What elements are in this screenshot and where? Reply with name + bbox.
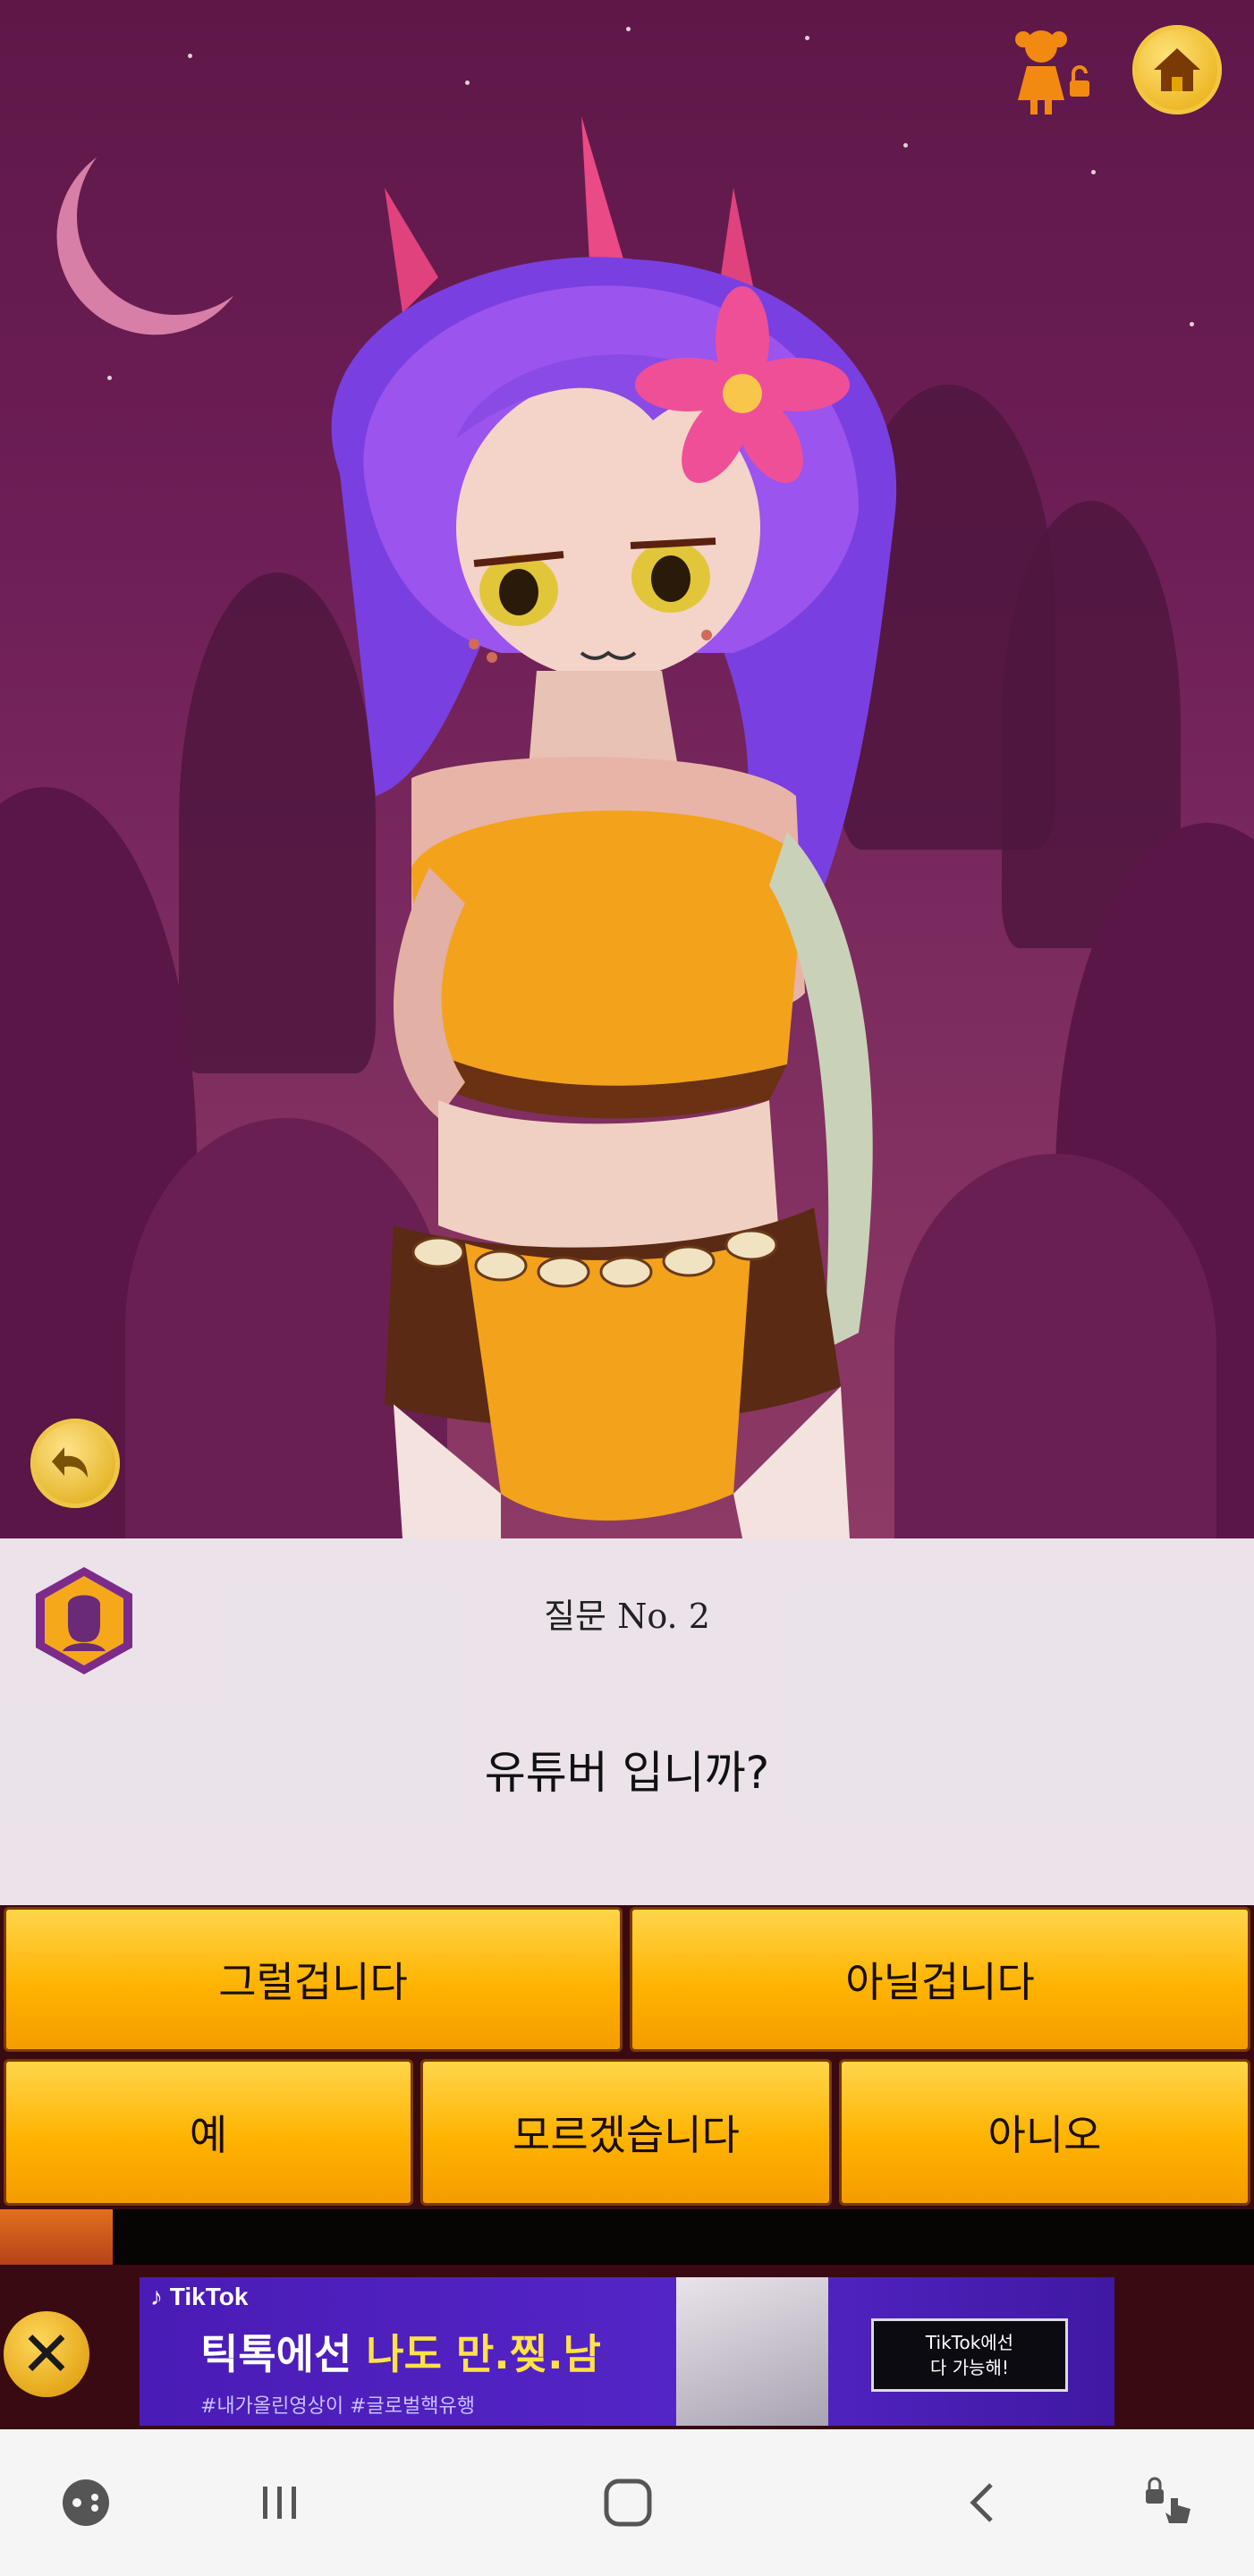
recent-apps-icon[interactable] xyxy=(243,2467,315,2538)
star xyxy=(805,36,809,40)
star xyxy=(1091,170,1096,174)
answer-dont-know-button[interactable]: 모르겠습니다 xyxy=(420,2059,832,2206)
answer-label: 그럴겁니다 xyxy=(218,1958,408,2006)
ad-brand-label: TikTok xyxy=(169,2283,249,2310)
girl-lock-icon[interactable] xyxy=(1005,21,1104,120)
star xyxy=(188,54,192,58)
ad-subline: #내가올린영상이 #글로벌핵유행 xyxy=(200,2395,475,2418)
ad-cta-box: TikTok에선 다 가능해! xyxy=(871,2318,1068,2392)
ad-bar: ✕ ♪ TikTok 틱톡에선 나도 만.찢.남 #내가올린영상이 #글로벌핵유… xyxy=(0,2265,1254,2429)
game-tools-icon[interactable] xyxy=(50,2467,122,2538)
tiktok-logo-icon: ♪ xyxy=(150,2283,163,2310)
star xyxy=(626,27,631,31)
star xyxy=(1190,322,1194,326)
home-nav-icon[interactable] xyxy=(592,2467,664,2538)
answer-label: 예 xyxy=(189,2111,228,2159)
answer-probably-yes-button[interactable]: 그럴겁니다 xyxy=(4,1907,623,2052)
touch-lock-icon[interactable] xyxy=(1134,2467,1206,2538)
back-nav-icon[interactable] xyxy=(948,2467,1020,2538)
ad-headline-highlight: 나도 만.찢.남 xyxy=(366,2330,601,2378)
home-icon xyxy=(1154,48,1200,91)
ad-headline: 틱톡에선 나도 만.찢.남 xyxy=(200,2322,601,2381)
close-icon: ✕ xyxy=(20,2318,73,2391)
ad-brand: ♪ TikTok xyxy=(150,2283,248,2311)
home-button[interactable] xyxy=(1132,25,1222,114)
system-nav-bar xyxy=(0,2429,1254,2576)
answer-no-button[interactable]: 아니오 xyxy=(839,2059,1250,2206)
progress-bar xyxy=(0,2209,1254,2265)
progress-fill xyxy=(0,2209,114,2265)
answer-label: 아닐겁니다 xyxy=(845,1958,1035,2006)
answer-label: 아니오 xyxy=(987,2111,1102,2159)
question-number: 질문 No. 2 xyxy=(544,1597,710,1636)
answer-label: 모르겠습니다 xyxy=(513,2111,740,2159)
ad-box-line2: 다 가능해! xyxy=(930,2357,1009,2378)
back-button[interactable] xyxy=(30,1419,120,1508)
character-illustration xyxy=(331,116,897,1538)
star xyxy=(107,376,112,380)
ad-photo xyxy=(676,2277,828,2426)
undo-icon xyxy=(52,1447,88,1478)
ad-box-line1: TikTok에선 xyxy=(925,2332,1014,2353)
answer-buttons: 그럴겁니다 아닐겁니다 예 모르겠습니다 아니오 xyxy=(0,1905,1254,2209)
game-scene xyxy=(0,0,1254,1538)
close-ad-button[interactable]: ✕ xyxy=(4,2311,89,2397)
question-panel: 질문 No. 2 유튜버 입니까? xyxy=(0,1538,1254,1905)
star xyxy=(465,80,470,85)
answer-yes-button[interactable]: 예 xyxy=(4,2059,413,2206)
ad-banner[interactable]: ♪ TikTok 틱톡에선 나도 만.찢.남 #내가올린영상이 #글로벌핵유행 … xyxy=(140,2277,1114,2426)
question-text: 유튜버 입니까? xyxy=(484,1747,770,1799)
answer-probably-not-button[interactable]: 아닐겁니다 xyxy=(630,1907,1250,2052)
ad-headline-prefix: 틱톡에선 xyxy=(200,2330,367,2378)
